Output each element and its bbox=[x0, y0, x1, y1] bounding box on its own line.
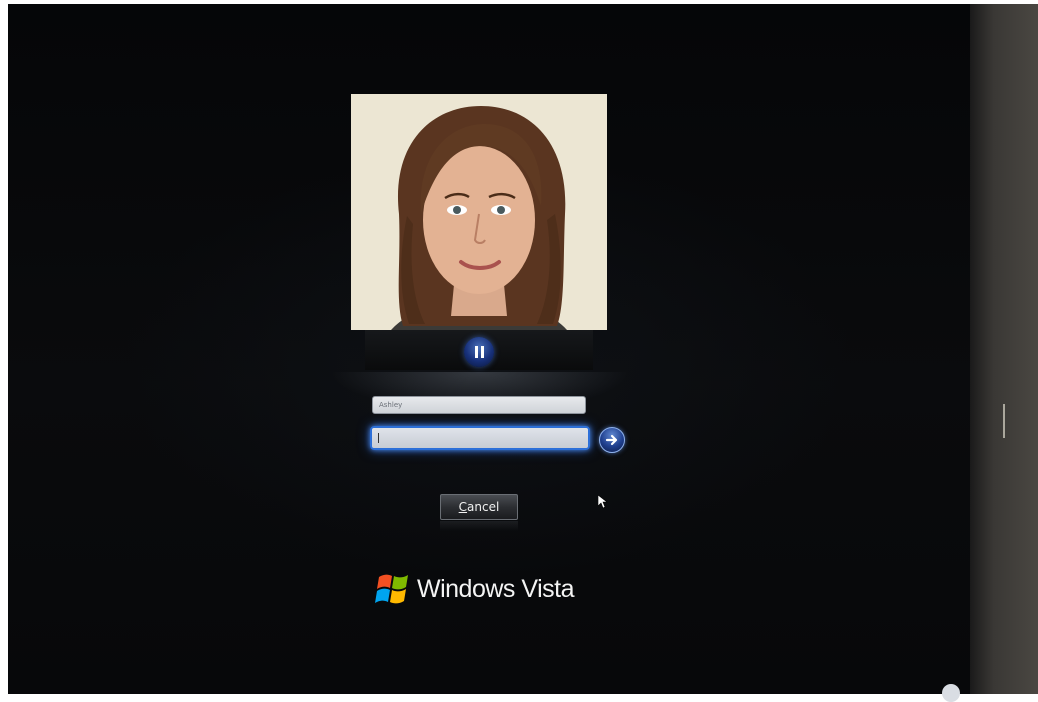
cancel-button[interactable]: Cancel bbox=[440, 494, 518, 520]
cancel-label: ancel bbox=[467, 500, 500, 514]
user-tile-picture bbox=[351, 94, 607, 330]
corner-icon bbox=[942, 684, 960, 702]
mouse-pointer-icon bbox=[597, 494, 608, 513]
text-caret bbox=[378, 433, 379, 443]
product-name: Windows Vista bbox=[417, 574, 575, 603]
pause-button[interactable] bbox=[464, 337, 494, 367]
pause-icon bbox=[474, 346, 478, 358]
user-photo bbox=[351, 94, 607, 330]
windows-flag-icon bbox=[375, 574, 408, 604]
arrow-right-icon bbox=[605, 434, 618, 446]
password-field[interactable] bbox=[370, 426, 590, 450]
bezel-mark bbox=[1003, 404, 1005, 438]
submit-button[interactable] bbox=[599, 427, 625, 453]
username-field[interactable]: Ashley bbox=[372, 396, 586, 414]
cancel-reflection bbox=[440, 521, 518, 531]
cancel-mnemonic: C bbox=[458, 500, 468, 514]
monitor-bezel bbox=[970, 4, 1038, 694]
windows-vista-branding: Windows Vista bbox=[375, 571, 575, 607]
